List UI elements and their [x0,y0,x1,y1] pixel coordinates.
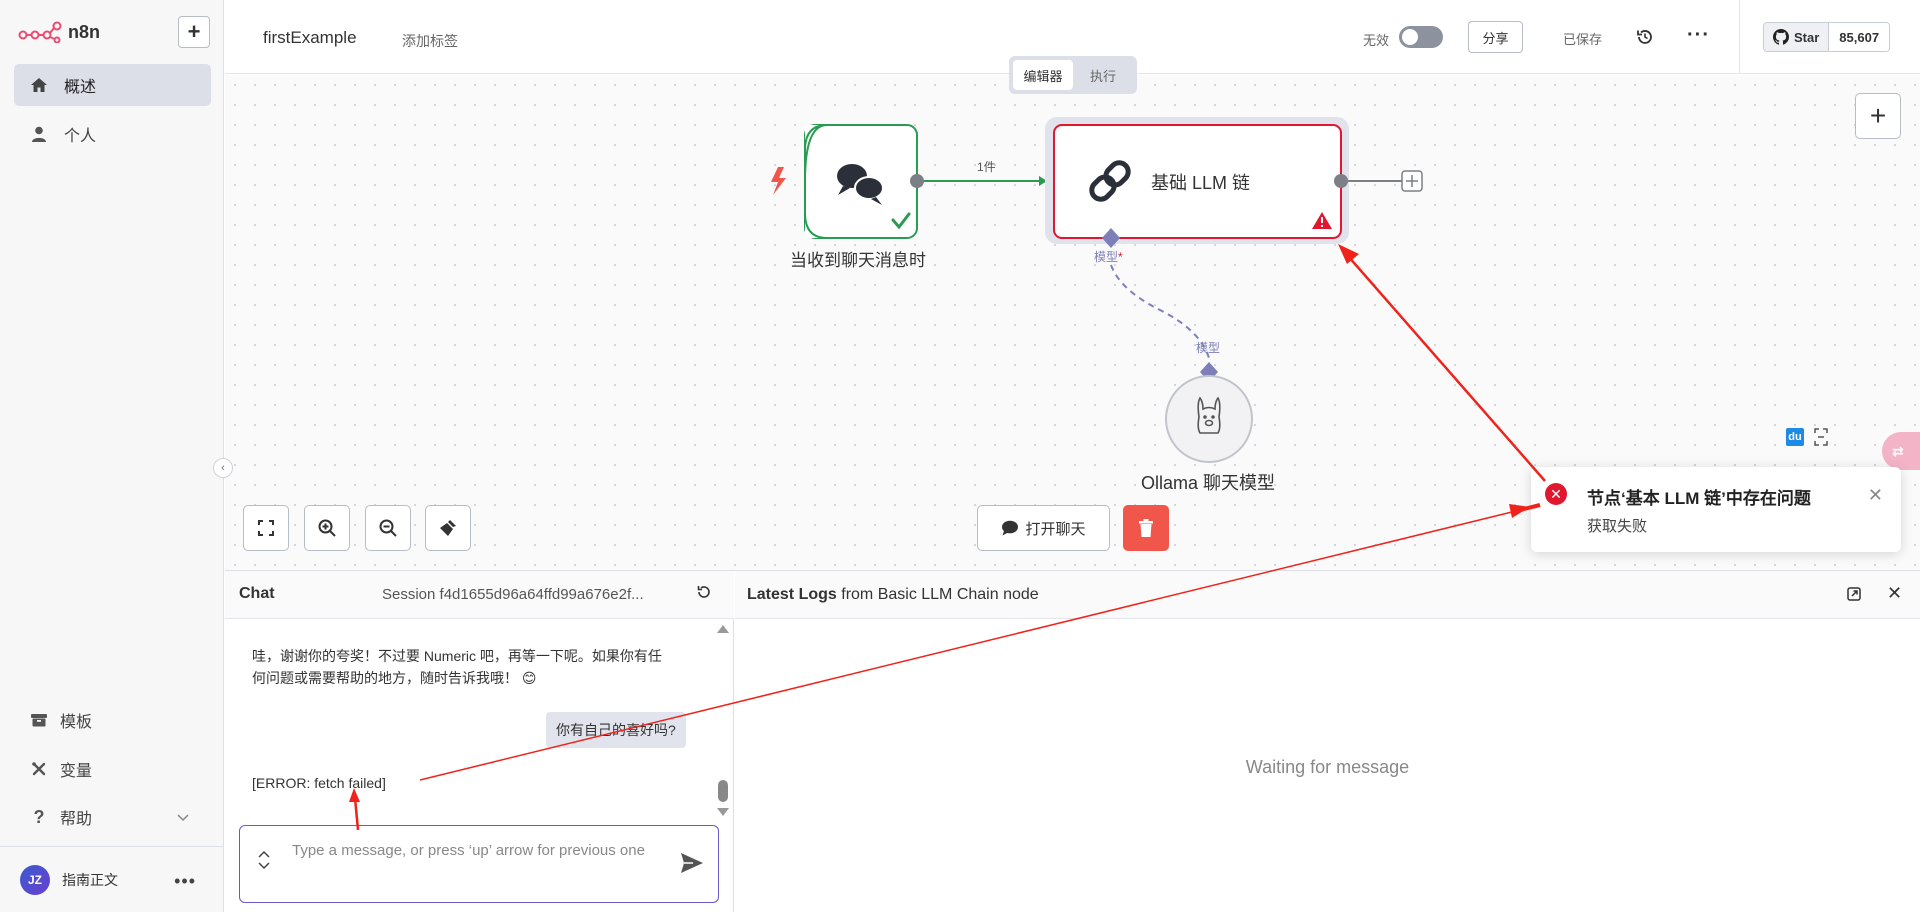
logs-title: Latest Logs from Basic LLM Chain node [747,586,1039,604]
history-arrows[interactable] [258,850,270,870]
zoom-in-icon [318,519,336,537]
ollama-port-label: 模型 [1196,341,1221,355]
logs-header: Latest Logs from Basic LLM Chain node ✕ [735,571,1920,619]
chevron-down-icon [177,809,189,827]
chat-icon [1001,520,1019,536]
bottom-panel: Chat Session f4d1655d96a64ffd99a676e2f..… [225,570,1920,912]
output-port[interactable] [910,174,924,188]
delete-execution-button[interactable] [1123,505,1169,551]
open-chat-button[interactable]: 打开聊天 [977,505,1110,551]
logs-title-rest: from Basic LLM Chain node [836,586,1039,603]
llm-output-port[interactable] [1334,174,1348,188]
chat-input-box [239,825,719,903]
chat-title: Chat [239,585,275,602]
scrollbar-thumb[interactable] [718,780,728,802]
llm-model-port-label: 模型* [1094,248,1123,265]
model-port-text: 模型 [1094,250,1119,264]
user-more-icon[interactable]: ••• [174,871,196,892]
help-icon: ? [33,806,45,827]
box-icon [28,713,50,727]
tab-executions[interactable]: 执行 [1073,60,1133,90]
sidebar-item-variables[interactable]: 变量 [14,751,211,787]
sidebar-item-label: 模板 [60,714,93,731]
close-icon[interactable]: ✕ [1868,485,1883,506]
mode-tabs: 编辑器 执行 [1009,56,1137,94]
collapse-sidebar-button[interactable]: ‹ [213,458,233,478]
zoom-out-icon [379,519,397,537]
tab-editor[interactable]: 编辑器 [1013,60,1073,90]
plus-icon: + [1869,100,1887,131]
scroll-up-arrow[interactable] [717,625,729,633]
scroll-down-arrow[interactable] [717,808,729,816]
session-id: Session f4d1655d96a64ffd99a676e2f... [382,586,644,603]
browser-extension-icons: du [1786,428,1828,449]
chat-message-input[interactable] [292,840,652,890]
sidebar-item-help[interactable]: ? 帮助 [14,799,211,835]
scan-icon[interactable] [1814,428,1828,449]
sidebar-item-label: 变量 [60,763,93,780]
error-circle-icon: ✕ [1545,483,1567,505]
chevron-down-icon[interactable] [258,862,270,870]
bot-message: 哇，谢谢你的夸奖！不过要 Numeric 吧，再等一下呢。如果你有任何问题或需要… [252,648,662,686]
user-name: 指南正文 [62,871,118,888]
translate-extension-icon[interactable]: ⇄ [1882,432,1920,470]
chat-header: Chat Session f4d1655d96a64ffd99a676e2f..… [225,571,734,619]
waiting-message: Waiting for message [1245,757,1410,777]
pop-out-icon[interactable] [1847,587,1861,604]
add-node-button[interactable]: + [1855,93,1901,139]
logs-pane: Latest Logs from Basic LLM Chain node ✕ … [735,571,1920,912]
variable-icon [28,761,50,777]
chat-pane: Chat Session f4d1655d96a64ffd99a676e2f..… [225,571,734,912]
llm-node-label: 基础 LLM 链 [1151,173,1251,193]
user-bar[interactable]: JZ 指南正文 ••• [0,846,224,912]
du-extension-icon[interactable]: du [1786,428,1804,446]
error-message: [ERROR: fetch failed] [252,775,386,791]
fullscreen-icon [258,520,274,536]
tidy-up-button[interactable] [425,505,471,551]
toast-title: 节点‘基本 LLM 链’中存在问题 [1587,489,1811,508]
sidebar-item-label: 帮助 [60,811,93,828]
chevron-up-icon[interactable] [258,850,270,858]
trigger-bolt-icon [771,167,786,195]
avatar: JZ [20,864,50,895]
required-star: * [1118,250,1123,264]
logs-title-bold: Latest Logs [747,586,837,603]
zoom-to-fit-button[interactable] [243,505,289,551]
translate-icon: ⇄ [1892,442,1904,459]
toast-message: 获取失败 [1587,518,1648,535]
chevron-left-icon: ‹ [221,462,225,474]
sidebar-item-templates[interactable]: 模板 [14,702,211,738]
model-connection-line[interactable] [1110,264,1210,359]
reset-session-icon[interactable] [697,585,711,602]
ollama-node[interactable] [1165,375,1253,463]
trash-icon [1139,519,1153,537]
zoom-in-button[interactable] [304,505,350,551]
zoom-out-button[interactable] [365,505,411,551]
broom-icon [440,520,456,536]
close-panel-icon[interactable]: ✕ [1887,583,1902,604]
error-toast: ✕ 节点‘基本 LLM 链’中存在问题 获取失败 ✕ [1531,467,1901,552]
user-message: 你有自己的喜好吗? [546,712,686,748]
send-icon[interactable] [680,852,704,877]
open-chat-label: 打开聊天 [1025,520,1086,538]
